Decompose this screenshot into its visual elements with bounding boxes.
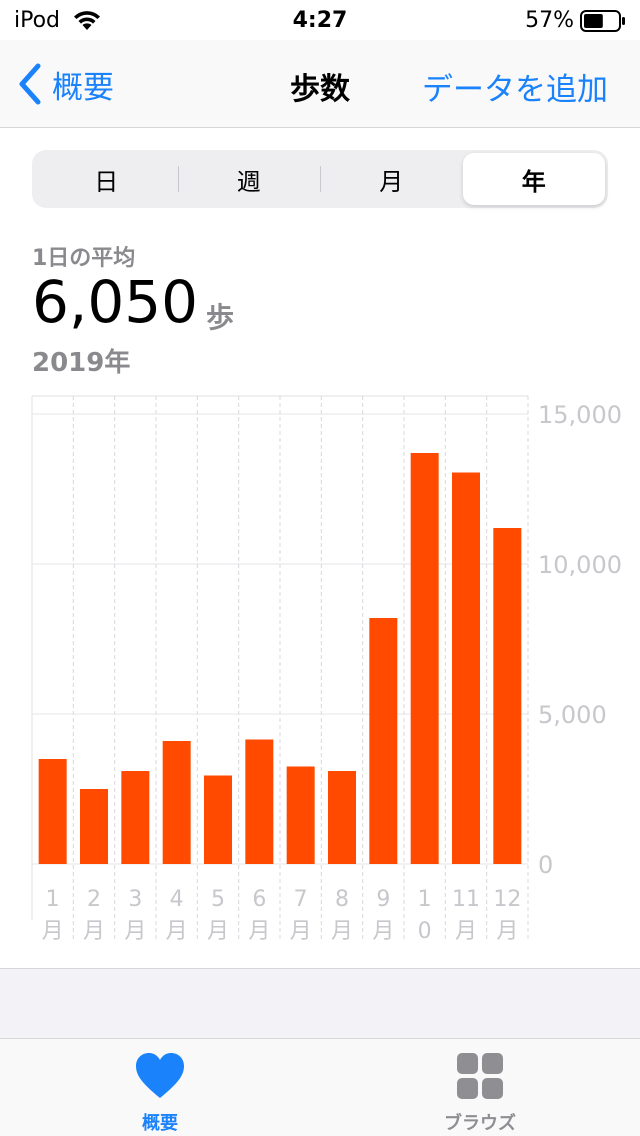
x-tick-label: 月 <box>496 919 518 944</box>
steps-bar-chart[interactable]: 0 5,000 10,000 15,000 1 月 2 月 3 月 4 月 5 月 6 月 7 月 8 月 9 月 1 0 11… <box>0 380 640 960</box>
x-tick-label: 月 <box>207 919 229 944</box>
tab-summary-label: 概要 <box>142 1113 178 1134</box>
y-tick-label: 0 <box>538 851 553 879</box>
battery-icon <box>580 10 625 32</box>
back-button-label: 概要 <box>52 69 114 106</box>
daily-average-value: 6,050 <box>32 268 199 336</box>
bar-6 <box>245 739 274 864</box>
x-tick-label: 11 <box>452 887 480 912</box>
x-tick-label: 月 <box>372 919 394 944</box>
x-tick-label: 7 <box>294 887 308 912</box>
content-footer-area <box>0 968 640 1038</box>
battery-percentage: 57% <box>525 8 574 33</box>
x-tick-label: 0 <box>418 919 432 944</box>
chart-canvas: 05,00010,00015,0001月2月3月4月5月6月7月8月9月1011… <box>31 395 622 944</box>
tab-browse-label: ブラウズ <box>444 1113 516 1134</box>
segment-month[interactable]: 月 <box>320 153 463 205</box>
period-label: 2019年 <box>32 348 131 378</box>
x-tick-label: 9 <box>376 887 390 912</box>
bar-11 <box>452 472 480 864</box>
bar-4 <box>162 741 191 864</box>
bar-1 <box>38 759 67 864</box>
add-data-button[interactable]: データを追加 <box>422 64 608 109</box>
x-tick-label: 月 <box>42 919 64 944</box>
x-tick-label: 月 <box>248 919 270 944</box>
x-tick-label: 3 <box>128 887 142 912</box>
bar-8 <box>328 771 356 864</box>
x-tick-label: 月 <box>166 919 188 944</box>
x-tick-label: 1 <box>418 887 432 912</box>
bar-7 <box>286 766 315 864</box>
daily-average-unit: 歩 <box>206 301 235 334</box>
x-tick-label: 月 <box>290 919 312 944</box>
x-tick-label: 月 <box>83 919 105 944</box>
x-tick-label: 4 <box>170 887 184 912</box>
bar-9 <box>369 618 398 864</box>
x-tick-label: 月 <box>455 919 477 944</box>
bar-2 <box>80 789 108 864</box>
heart-icon <box>136 1053 184 1098</box>
x-tick-label: 2 <box>87 887 101 912</box>
x-tick-label: 月 <box>331 919 353 944</box>
back-button[interactable]: 概要 <box>16 62 114 106</box>
bar-5 <box>204 775 232 864</box>
grid-icon <box>457 1053 503 1099</box>
tab-bar: 概要 ブラウズ <box>0 1038 640 1136</box>
navigation-bar: 概要 歩数 データを追加 <box>0 40 640 128</box>
x-tick-label: 1 <box>46 887 60 912</box>
x-tick-label: 12 <box>493 887 521 912</box>
x-tick-label: 5 <box>211 887 225 912</box>
tab-summary[interactable]: 概要 <box>80 1049 240 1135</box>
bar-3 <box>121 771 150 864</box>
chevron-left-icon <box>19 63 41 105</box>
tab-browse[interactable]: ブラウズ <box>400 1049 560 1135</box>
period-segmented-control: 日 週 月 年 <box>32 150 608 208</box>
bar-10 <box>410 453 439 864</box>
x-tick-label: 6 <box>252 887 266 912</box>
y-tick-label: 5,000 <box>538 701 607 729</box>
y-tick-label: 15,000 <box>538 401 622 429</box>
y-tick-label: 10,000 <box>538 551 622 579</box>
x-tick-label: 月 <box>124 919 146 944</box>
status-bar: iPod 4:27 57% <box>0 0 640 40</box>
segment-week[interactable]: 週 <box>177 153 321 205</box>
bar-12 <box>493 528 522 864</box>
x-tick-label: 8 <box>335 887 349 912</box>
segment-day[interactable]: 日 <box>35 153 178 205</box>
segment-year[interactable]: 年 <box>462 153 605 205</box>
